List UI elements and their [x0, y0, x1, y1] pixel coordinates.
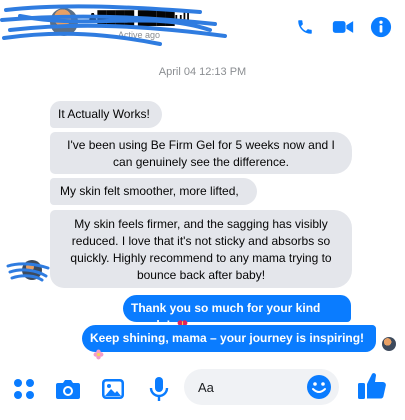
sender-avatar[interactable] [6, 258, 50, 282]
thumbs-up-icon[interactable] [356, 370, 388, 402]
pink-flower-emoji-icon [93, 349, 104, 360]
chat-header: A████ ████ull Active ago [0, 0, 405, 58]
more-actions-icon[interactable] [10, 375, 38, 403]
emoji-icon[interactable] [306, 374, 332, 400]
incoming-message[interactable]: My skin felt smoother, more lifted, [50, 178, 257, 205]
incoming-message[interactable]: My skin feels firmer, and the sagging ha… [50, 210, 352, 288]
incoming-message[interactable]: It Actually Works! [50, 101, 162, 128]
outgoing-message[interactable]: Keep shining, mama – your journey is ins… [82, 325, 376, 360]
conversation-info-icon[interactable] [368, 14, 394, 40]
microphone-icon[interactable] [145, 375, 173, 403]
outgoing-message[interactable]: Thank you so much for your kind words! [123, 295, 351, 332]
redaction-scribble [0, 4, 227, 46]
message-input[interactable] [198, 377, 298, 397]
phone-call-icon[interactable] [292, 14, 318, 40]
outgoing-message-text: Keep shining, mama – your journey is ins… [90, 331, 365, 345]
video-call-icon[interactable] [330, 14, 356, 40]
image-icon[interactable] [99, 375, 127, 403]
incoming-message[interactable]: I've been using Be Firm Gel for 5 weeks … [50, 132, 352, 174]
read-receipt-avatar [382, 337, 396, 351]
message-timestamp: April 04 12:13 PM [158, 66, 247, 78]
camera-icon[interactable] [54, 375, 82, 403]
